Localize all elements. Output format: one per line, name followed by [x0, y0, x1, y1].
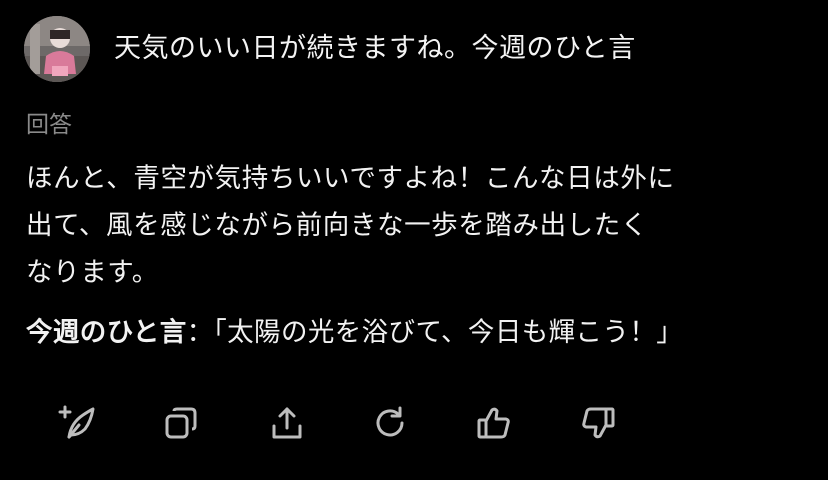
share-button[interactable] — [264, 400, 310, 446]
sparkle-quill-button[interactable] — [54, 400, 100, 446]
answer-paragraph: ほんと、青空が気持ちいいですよね！こんな日は外に 出て、風を感じながら前向きな一… — [26, 155, 806, 296]
answer-label: 回答 — [26, 112, 72, 138]
thumbs-down-icon — [579, 404, 617, 442]
answer-line: ほんと、青空が気持ちいいですよね！こんな日は外に — [26, 163, 675, 194]
weekly-quote-text: ：「太陽の光を浴びて、今日も輝こう！」 — [186, 317, 684, 348]
regenerate-button[interactable] — [367, 400, 413, 446]
answer-line: 出て、風を感じながら前向きな一歩を踏み出したく — [26, 210, 648, 241]
answer-body: ほんと、青空が気持ちいいですよね！こんな日は外に 出て、風を感じながら前向きな一… — [26, 155, 806, 296]
weekly-quote-label: 今週のひと言 — [26, 317, 187, 348]
answer-line: なります。 — [26, 257, 159, 288]
weekly-quote: 今週のひと言：「太陽の光を浴びて、今日も輝こう！」 — [26, 313, 683, 353]
share-icon — [268, 404, 306, 442]
regenerate-icon — [371, 404, 409, 442]
question-title: 天気のいい日が続きますね。今週のひと言 — [114, 33, 636, 64]
avatar[interactable] — [24, 16, 90, 82]
copy-button[interactable] — [158, 400, 204, 446]
thumbs-up-icon — [475, 404, 513, 442]
thumbs-up-button[interactable] — [471, 400, 517, 446]
copy-icon — [162, 404, 200, 442]
question-header: 天気のいい日が続きますね。今週のひと言 — [24, 16, 814, 82]
thumbs-down-button[interactable] — [575, 400, 621, 446]
action-bar — [0, 400, 828, 448]
sparkle-quill-icon — [57, 403, 97, 443]
